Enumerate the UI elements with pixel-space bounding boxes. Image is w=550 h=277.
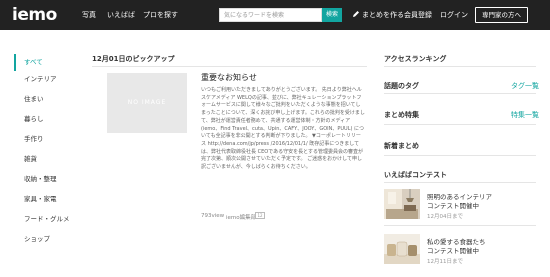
contest-image-tableware[interactable] bbox=[384, 234, 420, 264]
search-button[interactable]: 検索 bbox=[322, 8, 342, 22]
divider bbox=[92, 66, 367, 67]
contest-1-line2[interactable]: コンテスト開催中 bbox=[427, 202, 479, 211]
article-body: いつもご利用いただきましてありがとうございます。 先日より弊社ヘルスケアメディア… bbox=[201, 87, 365, 171]
expert-button[interactable]: 専門家の方へ bbox=[475, 7, 528, 23]
nav-photos[interactable]: 写真 bbox=[82, 10, 96, 20]
divider bbox=[384, 182, 536, 183]
author-name[interactable]: iemo編集部 bbox=[226, 213, 256, 221]
special-title: まとめ特集 bbox=[384, 111, 419, 119]
pickup-title: 12月01日のピックアップ bbox=[92, 55, 175, 63]
view-count: 793view bbox=[201, 213, 225, 219]
contest-2-date: 12月11日まで bbox=[427, 259, 463, 265]
divider bbox=[384, 124, 536, 125]
register-link[interactable]: 会員登録 bbox=[404, 10, 432, 20]
sidebar-item-living[interactable]: 暮らし bbox=[14, 111, 72, 128]
article-title[interactable]: 重要なお知らせ bbox=[201, 72, 257, 83]
sidebar-item-interior[interactable]: インテリア bbox=[14, 71, 72, 88]
contest-2-line1[interactable]: 私の愛する食器たち bbox=[427, 238, 486, 247]
sidebar-item-goods[interactable]: 雑貨 bbox=[14, 151, 72, 168]
top-bar: iemo 写真 いえばば プロを探す 気になるワードを検索 検索 まとめを作る … bbox=[0, 0, 550, 30]
new-matome-title: 新着まとめ bbox=[384, 142, 419, 150]
sidebar-item-food[interactable]: フード・グルメ bbox=[14, 211, 72, 228]
sidebar-item-furniture[interactable]: 家具・家電 bbox=[14, 191, 72, 208]
sidebar-item-all[interactable]: すべて bbox=[14, 54, 72, 71]
create-matome-link[interactable]: まとめを作る bbox=[362, 10, 404, 20]
sidebar-item-shop[interactable]: ショップ bbox=[14, 231, 72, 248]
sidebar-item-handmade[interactable]: 手作り bbox=[14, 131, 72, 148]
article-thumbnail[interactable]: NO IMAGE bbox=[107, 73, 187, 133]
sidebar-item-storage[interactable]: 収納・整理 bbox=[14, 171, 72, 188]
contest-2-line2[interactable]: コンテスト開催中 bbox=[427, 247, 479, 256]
nav-iebaba[interactable]: いえばば bbox=[107, 10, 135, 20]
divider bbox=[384, 225, 536, 226]
tag-list-link[interactable]: タグ一覧 bbox=[511, 81, 539, 91]
contest-title: いえばばコンテスト bbox=[384, 171, 447, 179]
contest-1-date: 12月04日まで bbox=[427, 214, 463, 220]
search-input[interactable]: 気になるワードを検索 bbox=[219, 8, 322, 22]
login-link[interactable]: ログイン bbox=[440, 10, 468, 20]
divider bbox=[384, 66, 536, 67]
divider bbox=[384, 155, 536, 156]
pencil-icon bbox=[352, 10, 360, 20]
contest-1-line1[interactable]: 照明のあるインテリア bbox=[427, 193, 492, 202]
comment-badge: 12 bbox=[255, 212, 265, 219]
sidebar-item-housing[interactable]: 住まい bbox=[14, 91, 72, 108]
special-list-link[interactable]: 特集一覧 bbox=[511, 110, 539, 120]
contest-image-lighting[interactable] bbox=[384, 189, 420, 219]
tag-title: 話題のタグ bbox=[384, 82, 419, 90]
divider bbox=[384, 93, 536, 94]
site-logo[interactable]: iemo bbox=[12, 5, 57, 25]
ranking-title: アクセスランキング bbox=[384, 55, 447, 63]
nav-find-pro[interactable]: プロを探す bbox=[143, 10, 178, 20]
